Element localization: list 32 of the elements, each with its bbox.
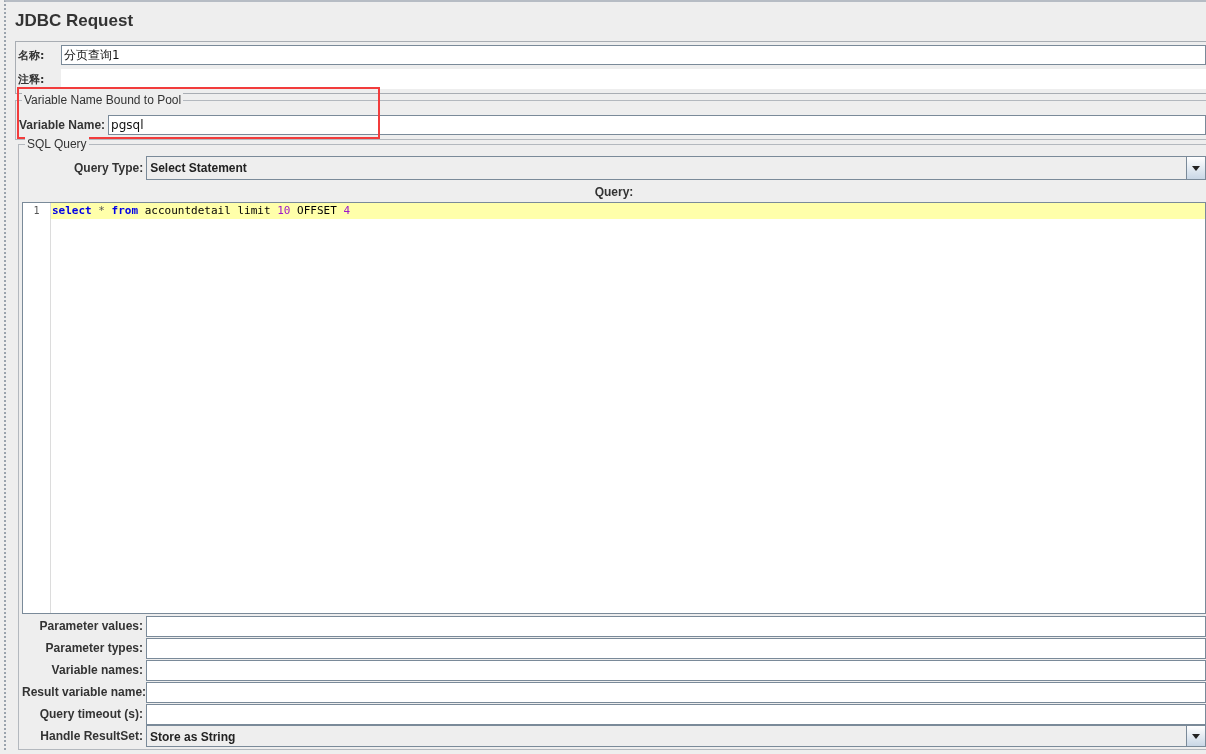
input-field[interactable] — [146, 703, 1206, 725]
field-label: Variable Name: — [19, 118, 107, 132]
panel-title: JDBC Request — [15, 10, 135, 32]
variable-name-field[interactable]: pgsql — [108, 115, 1206, 135]
field-label: Handle ResultSet: — [39, 729, 144, 743]
field-label: Query timeout (s): — [38, 707, 144, 721]
dropdown-button[interactable] — [1186, 157, 1205, 179]
field-label: Variable names: — [50, 663, 144, 677]
query-label: Query: — [593, 184, 635, 201]
dropdown[interactable]: Store as String — [146, 725, 1206, 747]
field-label: 名称: — [18, 47, 46, 63]
field-label: 注释: — [18, 71, 46, 87]
input-field[interactable] — [146, 659, 1206, 681]
dropdown[interactable]: Select Statement — [146, 156, 1206, 180]
input-field[interactable] — [146, 615, 1206, 637]
dropdown-value: Store as String — [149, 729, 237, 746]
line-number: 1 — [32, 204, 41, 218]
caret-icon — [1192, 733, 1200, 739]
group-legend: SQL Query — [25, 137, 89, 151]
comment-field[interactable] — [61, 69, 1206, 89]
dropdown-value: Select Statement — [149, 160, 248, 177]
field-label: Result variable name: — [22, 685, 146, 699]
field-label: Parameter types: — [44, 641, 144, 655]
caret-icon — [1192, 165, 1200, 171]
dropdown-button[interactable] — [1186, 726, 1205, 746]
name-field[interactable]: 分页查询1 — [61, 45, 1206, 65]
input-field[interactable] — [146, 637, 1206, 659]
field-label: Parameter values: — [38, 619, 144, 633]
code-editor[interactable]: 1 select * from accountdetail limit 10 OFFSET 4 — [22, 202, 1206, 614]
input-field[interactable] — [146, 681, 1206, 703]
group-legend: Variable Name Bound to Pool — [22, 93, 184, 107]
field-label: Query Type: — [74, 161, 145, 175]
